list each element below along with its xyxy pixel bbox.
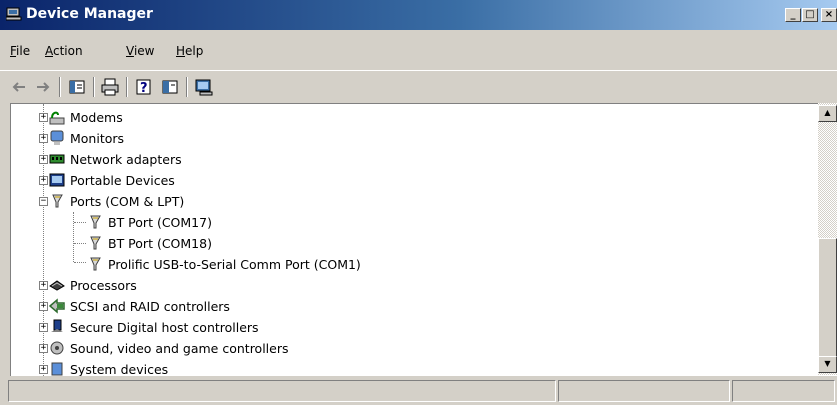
tree-item-label: Modems xyxy=(70,109,123,125)
tree-trunk-line xyxy=(43,104,44,376)
expand-toggle[interactable]: + xyxy=(39,134,48,143)
toolbar: ? xyxy=(0,70,837,104)
help-icon[interactable]: ? xyxy=(134,77,154,97)
tree-item-label: Processors xyxy=(70,277,137,293)
tree-item-label: Network adapters xyxy=(70,151,182,167)
tree-item-processors[interactable]: Processors xyxy=(49,275,137,295)
tree-item-portable-devices[interactable]: Portable Devices xyxy=(49,170,175,190)
close-button[interactable]: × xyxy=(821,8,837,22)
tree-item-label: Ports (COM & LPT) xyxy=(70,193,185,209)
tree-item-label: Prolific USB-to-Serial Comm Port (COM1) xyxy=(108,256,361,272)
portable-device-icon xyxy=(49,173,65,187)
menu-action[interactable]: Action xyxy=(45,44,83,58)
processor-icon xyxy=(49,280,65,291)
tree-item-ports[interactable]: Ports (COM & LPT) xyxy=(49,191,184,211)
expand-toggle[interactable]: + xyxy=(39,323,48,332)
port-icon xyxy=(90,215,101,229)
properties-icon[interactable] xyxy=(67,77,87,97)
tree-connector xyxy=(74,243,86,244)
toolbar-separator xyxy=(59,77,61,97)
tree-branch-line xyxy=(73,212,74,262)
tree-item-label: BT Port (COM17) xyxy=(108,214,212,230)
port-icon xyxy=(52,194,63,208)
sd-host-icon xyxy=(51,319,63,332)
monitor-icon xyxy=(50,130,64,145)
menu-bar: File Action View Help xyxy=(0,31,837,65)
tree-item-label: BT Port (COM18) xyxy=(108,235,212,251)
scsi-icon xyxy=(49,298,65,314)
title-bar[interactable]: Device Manager _ □ × xyxy=(0,0,837,30)
tree-item-bt-port-com18[interactable]: BT Port (COM18) xyxy=(87,233,212,253)
tree-item-system-devices[interactable]: System devices xyxy=(49,359,168,376)
console-tree-icon[interactable] xyxy=(160,77,180,97)
tree-item-label: Secure Digital host controllers xyxy=(70,319,259,335)
system-device-icon xyxy=(51,362,63,376)
device-manager-icon xyxy=(6,7,22,21)
network-adapter-icon xyxy=(49,154,65,164)
menu-file[interactable]: File xyxy=(10,44,30,58)
scroll-down-button[interactable]: ▼ xyxy=(818,356,837,373)
tree-item-secure-digital[interactable]: Secure Digital host controllers xyxy=(49,317,259,337)
expand-toggle[interactable]: + xyxy=(39,344,48,353)
tree-item-bt-port-com17[interactable]: BT Port (COM17) xyxy=(87,212,212,232)
tree-item-label: Sound, video and game controllers xyxy=(70,340,289,356)
tree-item-label: SCSI and RAID controllers xyxy=(70,298,230,314)
vertical-scrollbar[interactable]: ▲ ▼ xyxy=(818,103,837,375)
window-title: Device Manager xyxy=(26,6,153,22)
print-icon[interactable] xyxy=(100,77,120,97)
tree-item-monitors[interactable]: Monitors xyxy=(49,128,124,148)
menu-view[interactable]: View xyxy=(126,44,154,58)
tree-item-sound-video-game[interactable]: Sound, video and game controllers xyxy=(49,338,289,358)
expand-toggle[interactable]: + xyxy=(39,302,48,311)
tree-item-label: Monitors xyxy=(70,130,125,146)
modem-icon xyxy=(49,111,65,125)
back-arrow-icon[interactable] xyxy=(9,77,29,97)
expand-toggle[interactable]: + xyxy=(39,113,48,122)
tree-connector xyxy=(74,222,86,223)
sound-icon xyxy=(50,341,64,355)
scroll-thumb[interactable] xyxy=(818,238,837,358)
status-bar xyxy=(0,377,837,405)
expand-toggle[interactable]: + xyxy=(39,155,48,164)
toolbar-separator xyxy=(126,77,128,97)
maximize-button[interactable]: □ xyxy=(802,8,818,22)
forward-arrow-icon[interactable] xyxy=(33,77,53,97)
port-icon xyxy=(90,236,101,250)
tree-item-network-adapters[interactable]: Network adapters xyxy=(49,149,182,169)
expand-toggle[interactable]: + xyxy=(39,365,48,374)
menu-help[interactable]: Help xyxy=(176,44,203,58)
collapse-toggle[interactable]: − xyxy=(39,197,48,206)
tree-connector xyxy=(74,262,86,263)
expand-toggle[interactable]: + xyxy=(39,176,48,185)
expand-toggle[interactable]: + xyxy=(39,281,48,290)
scan-hardware-icon[interactable] xyxy=(194,77,214,97)
status-pane-main xyxy=(8,380,556,402)
scroll-up-button[interactable]: ▲ xyxy=(818,105,837,122)
device-tree[interactable]: Modems + Monitors + Network adapters + P… xyxy=(10,103,837,376)
toolbar-separator xyxy=(93,77,95,97)
status-pane-tertiary xyxy=(732,380,835,402)
tree-item-scsi-raid[interactable]: SCSI and RAID controllers xyxy=(49,296,230,316)
tree-item-prolific-usb-serial[interactable]: Prolific USB-to-Serial Comm Port (COM1) xyxy=(87,254,361,274)
svg-text:?: ? xyxy=(140,81,148,96)
minimize-button[interactable]: _ xyxy=(785,8,801,22)
status-pane-secondary xyxy=(558,380,730,402)
tree-item-modems[interactable]: Modems xyxy=(49,107,123,127)
port-icon xyxy=(90,257,101,271)
toolbar-separator xyxy=(186,77,188,97)
tree-item-label: Portable Devices xyxy=(70,172,175,188)
tree-item-label: System devices xyxy=(70,361,169,377)
